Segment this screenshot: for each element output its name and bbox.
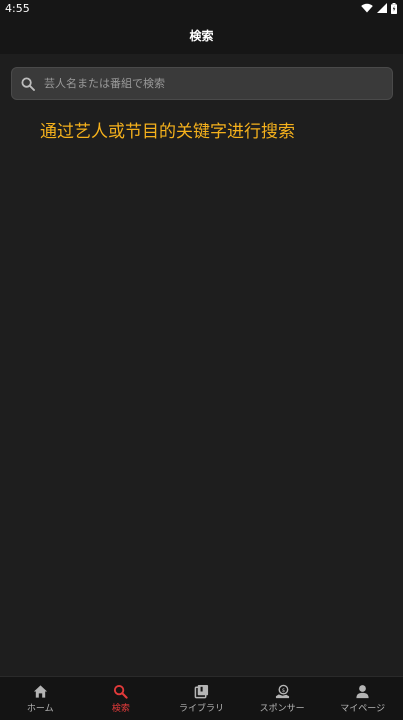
search-screen: 4:55 検索 通过艺人或节目的关键字进行搜索 ホ bbox=[0, 0, 403, 720]
nav-item-sponsor[interactable]: $ スポンサー bbox=[242, 677, 323, 720]
search-hint-text: 通过艺人或节目的关键字进行搜索 bbox=[40, 122, 295, 142]
bottom-navigation: ホーム 検索 ライブラリ $ スポンサー マイページ bbox=[0, 676, 403, 720]
person-icon bbox=[355, 684, 370, 699]
nav-item-library[interactable]: ライブラリ bbox=[161, 677, 242, 720]
search-icon bbox=[113, 684, 129, 699]
nav-label-sponsor: スポンサー bbox=[259, 703, 305, 714]
sponsor-icon: $ bbox=[275, 684, 290, 699]
status-time: 4:55 bbox=[5, 1, 30, 15]
home-icon bbox=[33, 684, 48, 699]
svg-text:$: $ bbox=[281, 687, 285, 693]
nav-label-search: 検索 bbox=[111, 703, 130, 714]
search-input[interactable] bbox=[35, 68, 392, 99]
library-icon bbox=[194, 684, 209, 699]
battery-icon bbox=[391, 2, 397, 14]
wifi-icon bbox=[361, 3, 373, 13]
nav-item-home[interactable]: ホーム bbox=[0, 677, 81, 720]
nav-item-mypage[interactable]: マイページ bbox=[322, 677, 403, 720]
nav-item-search[interactable]: 検索 bbox=[81, 677, 162, 720]
nav-label-mypage: マイページ bbox=[340, 703, 386, 714]
search-box[interactable] bbox=[11, 67, 393, 100]
nav-label-home: ホーム bbox=[26, 703, 54, 714]
search-icon bbox=[21, 77, 35, 91]
signal-icon bbox=[377, 3, 387, 13]
app-bar: 検索 bbox=[0, 16, 403, 54]
nav-label-library: ライブラリ bbox=[178, 703, 224, 714]
status-icons bbox=[361, 2, 397, 14]
page-title: 検索 bbox=[189, 28, 214, 43]
status-bar: 4:55 bbox=[0, 0, 403, 16]
